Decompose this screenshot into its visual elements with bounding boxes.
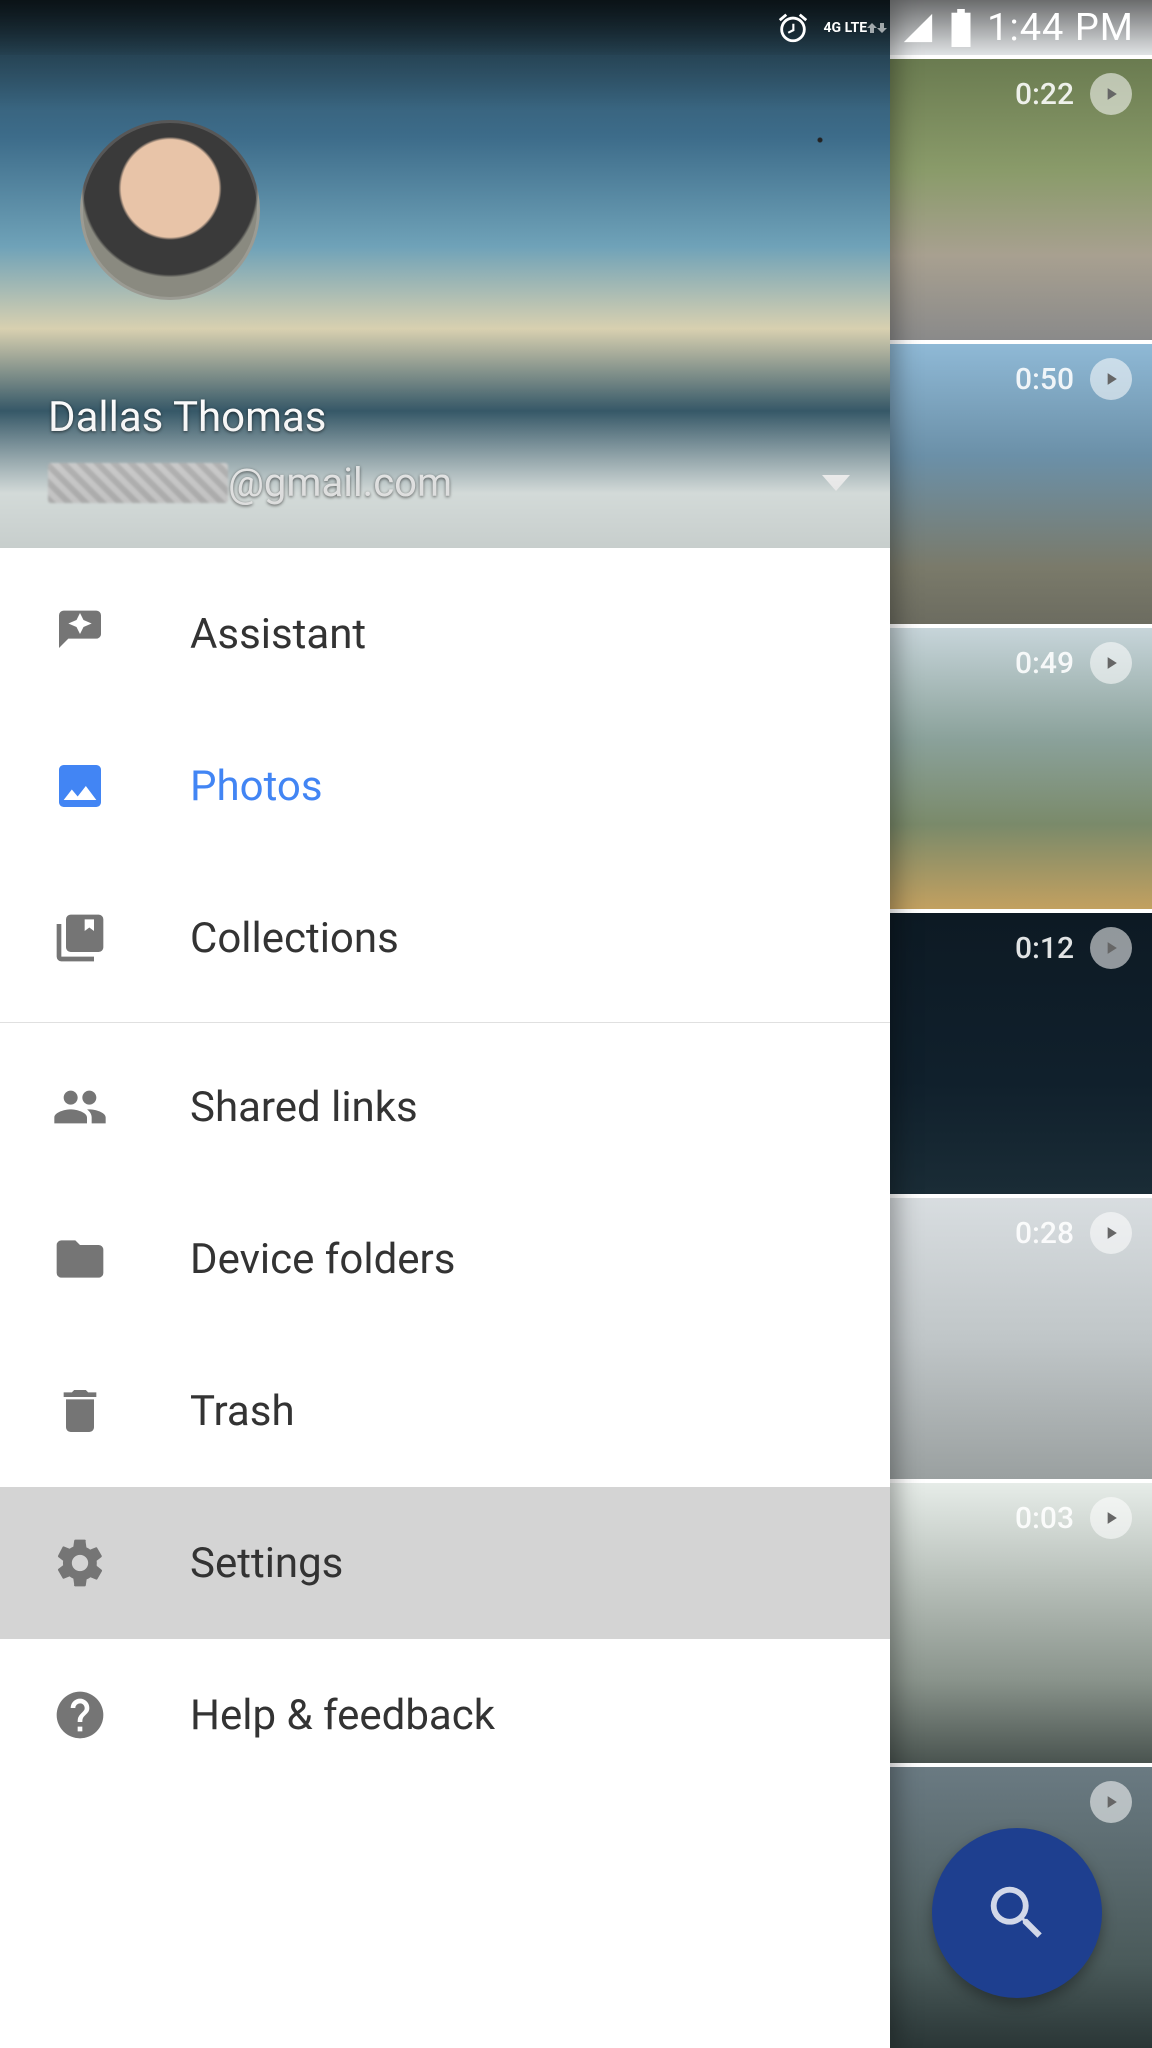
- collections-icon: [50, 908, 110, 968]
- network-type-icon: 4G LTE: [824, 21, 888, 35]
- gear-icon: [50, 1533, 110, 1593]
- menu-label: Settings: [190, 1539, 343, 1588]
- account-email: @gmail.com: [48, 459, 452, 506]
- account-name: Dallas Thomas: [48, 393, 326, 442]
- menu-item-photos[interactable]: Photos: [0, 710, 890, 862]
- redacted-text: [48, 463, 228, 503]
- signal-icon: [901, 11, 935, 45]
- clock-time: 1:44 PM: [987, 6, 1134, 50]
- trash-icon: [50, 1381, 110, 1441]
- video-duration: 0:22: [1015, 77, 1074, 112]
- play-icon: [1090, 642, 1132, 684]
- video-duration: 0:12: [1015, 931, 1074, 966]
- video-duration: 0:03: [1015, 1501, 1074, 1536]
- divider: [0, 1022, 890, 1023]
- play-icon: [1090, 927, 1132, 969]
- menu-label: Help & feedback: [190, 1691, 495, 1740]
- people-icon: [50, 1077, 110, 1137]
- drawer-header: Dallas Thomas @gmail.com: [0, 0, 890, 548]
- video-duration: 0:50: [1015, 362, 1074, 397]
- chevron-down-icon: [822, 475, 850, 491]
- menu-item-collections[interactable]: Collections: [0, 862, 890, 1014]
- menu-item-trash[interactable]: Trash: [0, 1335, 890, 1487]
- play-icon: [1090, 1497, 1132, 1539]
- menu-label: Device folders: [190, 1235, 455, 1284]
- menu-label: Photos: [190, 762, 323, 811]
- menu-item-help[interactable]: Help & feedback: [0, 1639, 890, 1791]
- menu-item-device-folders[interactable]: Device folders: [0, 1183, 890, 1335]
- assistant-icon: [50, 604, 110, 664]
- drawer-menu: Assistant Photos Collections Shared link…: [0, 548, 890, 2048]
- play-icon: [1090, 1781, 1132, 1823]
- menu-label: Shared links: [190, 1083, 418, 1132]
- navigation-drawer: Dallas Thomas @gmail.com Assistant Photo…: [0, 0, 890, 2048]
- menu-label: Trash: [190, 1387, 295, 1436]
- video-duration: 0:49: [1015, 646, 1074, 681]
- status-bar: 4G LTE 1:44 PM: [0, 0, 1152, 55]
- menu-item-assistant[interactable]: Assistant: [0, 558, 890, 710]
- menu-item-settings[interactable]: Settings: [0, 1487, 890, 1639]
- play-icon: [1090, 73, 1132, 115]
- search-icon: [982, 1878, 1052, 1948]
- avatar[interactable]: [80, 120, 260, 300]
- menu-label: Assistant: [190, 610, 366, 659]
- menu-item-shared-links[interactable]: Shared links: [0, 1031, 890, 1183]
- help-icon: [50, 1685, 110, 1745]
- photos-icon: [50, 756, 110, 816]
- account-switcher[interactable]: @gmail.com: [48, 459, 850, 506]
- alarm-icon: [776, 11, 810, 45]
- play-icon: [1090, 358, 1132, 400]
- search-fab[interactable]: [932, 1828, 1102, 1998]
- battery-icon: [949, 9, 973, 47]
- menu-label: Collections: [190, 914, 399, 963]
- video-duration: 0:28: [1015, 1216, 1074, 1251]
- folder-icon: [50, 1229, 110, 1289]
- play-icon: [1090, 1212, 1132, 1254]
